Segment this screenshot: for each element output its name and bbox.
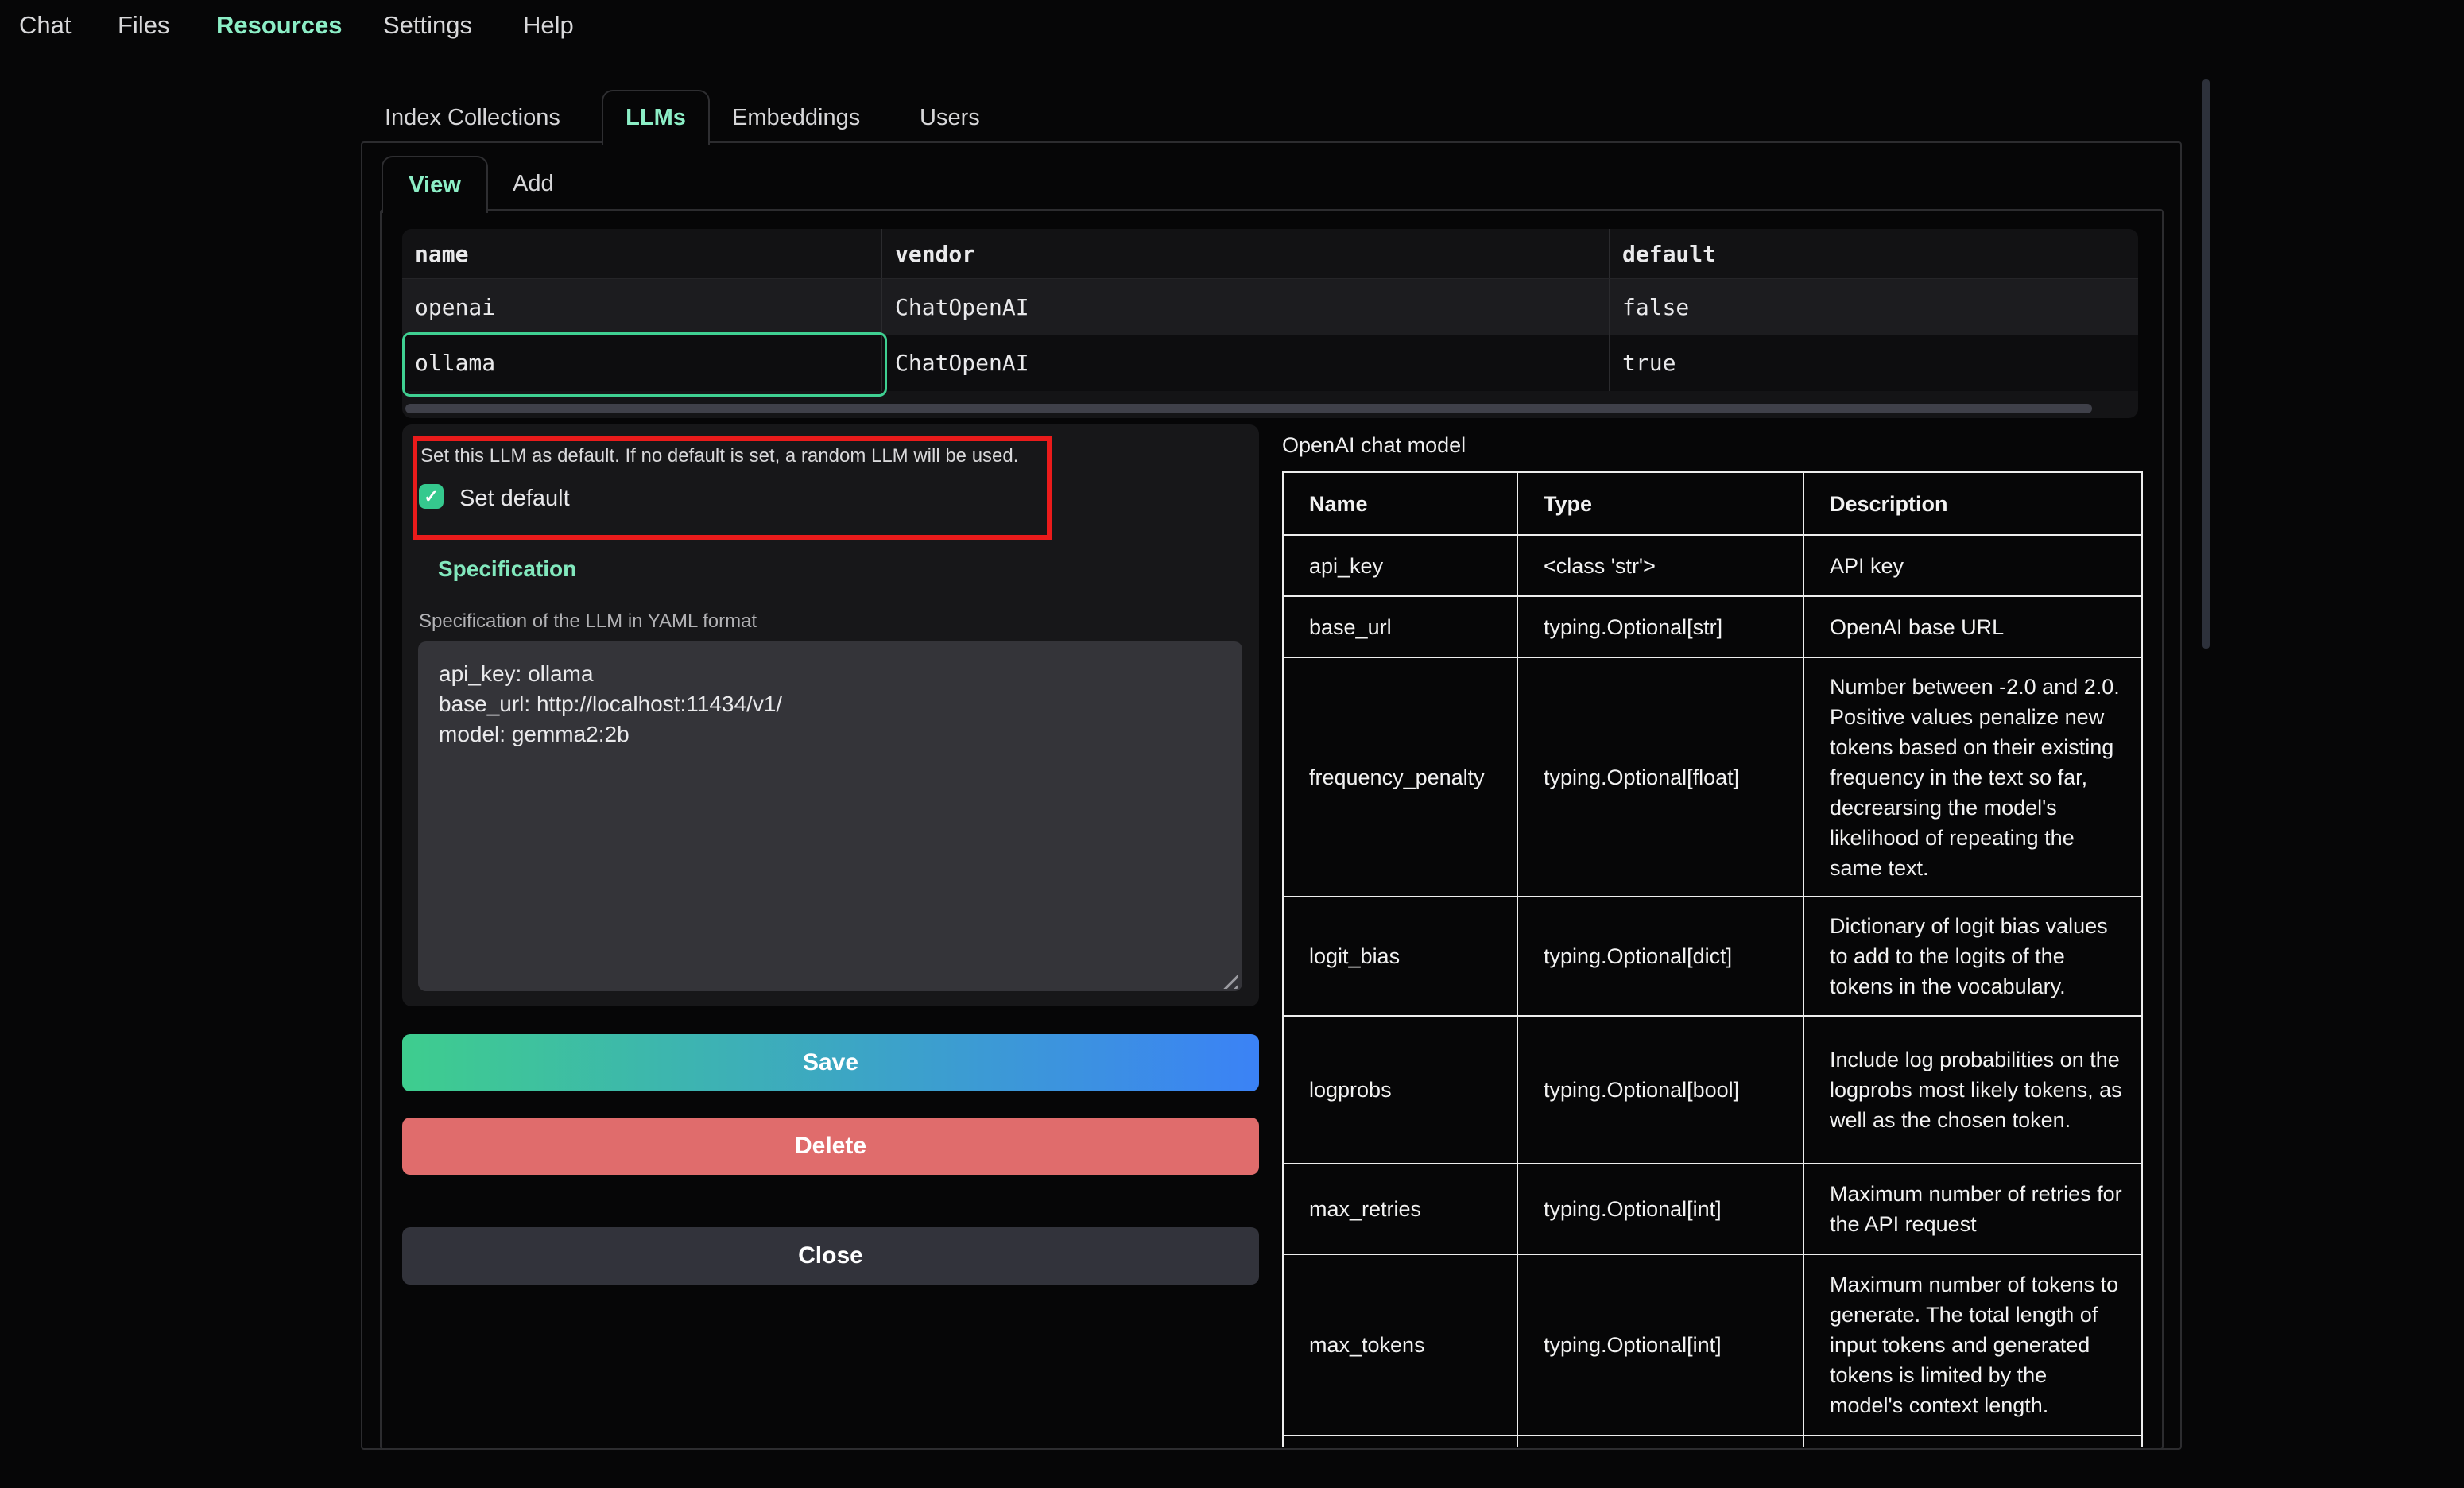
param-desc xyxy=(1803,1436,2141,1447)
param-name: base_url xyxy=(1284,597,1517,657)
nav-item-chat[interactable]: Chat xyxy=(19,11,71,40)
tab-index-collections[interactable]: Index Collections xyxy=(385,105,560,131)
llm-row-ollama[interactable]: ollama ChatOpenAI true xyxy=(402,335,2138,391)
close-button[interactable]: Close xyxy=(402,1227,1259,1285)
set-default-hint: Set this LLM as default. If no default i… xyxy=(420,445,1018,467)
param-name: max_retries xyxy=(1284,1164,1517,1254)
set-default-checkbox[interactable]: ✓ xyxy=(419,484,444,509)
param-name: logprobs xyxy=(1284,1017,1517,1163)
param-name: api_key xyxy=(1284,536,1517,595)
param-type: <class 'str'> xyxy=(1517,536,1803,595)
llm-cell-vendor[interactable]: ChatOpenAI xyxy=(881,335,1609,391)
llm-header-default: default xyxy=(1609,229,2138,278)
param-desc: OpenAI base URL xyxy=(1803,597,2141,657)
model-panel-title: OpenAI chat model xyxy=(1282,433,1466,458)
page-vertical-scrollbar[interactable] xyxy=(2202,79,2210,649)
tab-llms[interactable]: LLMs xyxy=(602,90,710,145)
table-horizontal-scrollbar[interactable] xyxy=(405,404,2092,413)
tab-users[interactable]: Users xyxy=(920,105,980,131)
param-name xyxy=(1284,1436,1517,1447)
nav-item-help[interactable]: Help xyxy=(523,11,574,40)
save-button[interactable]: Save xyxy=(402,1034,1259,1091)
llm-header-vendor: vendor xyxy=(881,229,1609,278)
param-type: typing.Optional[bool] xyxy=(1517,1017,1803,1163)
param-type: typing.Optional[dict] xyxy=(1517,897,1803,1015)
model-table-header: Name Type Description xyxy=(1284,473,2141,534)
table-row: logprobs typing.Optional[bool] Include l… xyxy=(1284,1015,2141,1163)
specification-title: Specification xyxy=(438,556,576,582)
app-screen: Chat Files Resources Settings Help Index… xyxy=(0,0,2464,1488)
tab-embeddings[interactable]: Embeddings xyxy=(732,105,860,131)
param-desc: Maximum number of tokens to generate. Th… xyxy=(1803,1255,2141,1435)
llm-cell-name[interactable]: ollama xyxy=(402,350,881,376)
param-desc: API key xyxy=(1803,536,2141,595)
col-header-name: Name xyxy=(1284,473,1517,534)
param-name: max_tokens xyxy=(1284,1255,1517,1435)
tab-llms-label: LLMs xyxy=(626,105,686,131)
param-desc: Maximum number of retries for the API re… xyxy=(1803,1164,2141,1254)
param-name: frequency_penalty xyxy=(1284,658,1517,896)
param-type: typing.Optional[float] xyxy=(1517,658,1803,896)
llm-cell-default[interactable]: true xyxy=(1609,335,2138,391)
table-row xyxy=(1284,1435,2141,1447)
nav-item-settings[interactable]: Settings xyxy=(383,11,472,40)
table-row: max_tokens typing.Optional[int] Maximum … xyxy=(1284,1254,2141,1435)
subtab-view[interactable]: View xyxy=(382,156,488,213)
check-icon: ✓ xyxy=(424,488,438,506)
llm-row-openai[interactable]: openai ChatOpenAI false xyxy=(402,279,2138,335)
llm-cell-default[interactable]: false xyxy=(1609,279,2138,335)
llm-cell-name[interactable]: openai xyxy=(402,294,881,320)
llm-list-table: name vendor default openai ChatOpenAI fa… xyxy=(402,229,2138,418)
param-desc: Dictionary of logit bias values to add t… xyxy=(1803,897,2141,1015)
llm-header-name: name xyxy=(402,241,881,267)
llm-table-header: name vendor default xyxy=(402,229,2138,279)
param-type: typing.Optional[int] xyxy=(1517,1164,1803,1254)
table-row: max_retries typing.Optional[int] Maximum… xyxy=(1284,1163,2141,1254)
subtab-view-label: View xyxy=(409,172,461,199)
delete-button[interactable]: Delete xyxy=(402,1118,1259,1175)
table-row: logit_bias typing.Optional[dict] Diction… xyxy=(1284,896,2141,1015)
llm-cell-vendor[interactable]: ChatOpenAI xyxy=(881,279,1609,335)
param-type xyxy=(1517,1436,1803,1447)
specification-textarea[interactable]: api_key: ollama base_url: http://localho… xyxy=(418,641,1242,991)
subtab-add[interactable]: Add xyxy=(513,171,554,197)
param-type: typing.Optional[int] xyxy=(1517,1255,1803,1435)
table-row: frequency_penalty typing.Optional[float]… xyxy=(1284,657,2141,896)
nav-item-resources[interactable]: Resources xyxy=(216,11,343,40)
nav-item-files[interactable]: Files xyxy=(118,11,169,40)
table-row: api_key <class 'str'> API key xyxy=(1284,534,2141,595)
model-schema-table: Name Type Description api_key <class 'st… xyxy=(1282,471,2145,1447)
param-desc: Include log probabilities on the logprob… xyxy=(1803,1017,2141,1163)
table-row: base_url typing.Optional[str] OpenAI bas… xyxy=(1284,595,2141,657)
set-default-label: Set default xyxy=(459,486,570,512)
col-header-type: Type xyxy=(1517,473,1803,534)
param-name: logit_bias xyxy=(1284,897,1517,1015)
col-header-description: Description xyxy=(1803,473,2141,534)
param-type: typing.Optional[str] xyxy=(1517,597,1803,657)
specification-hint: Specification of the LLM in YAML format xyxy=(419,610,757,633)
param-desc: Number between -2.0 and 2.0. Positive va… xyxy=(1803,658,2141,896)
